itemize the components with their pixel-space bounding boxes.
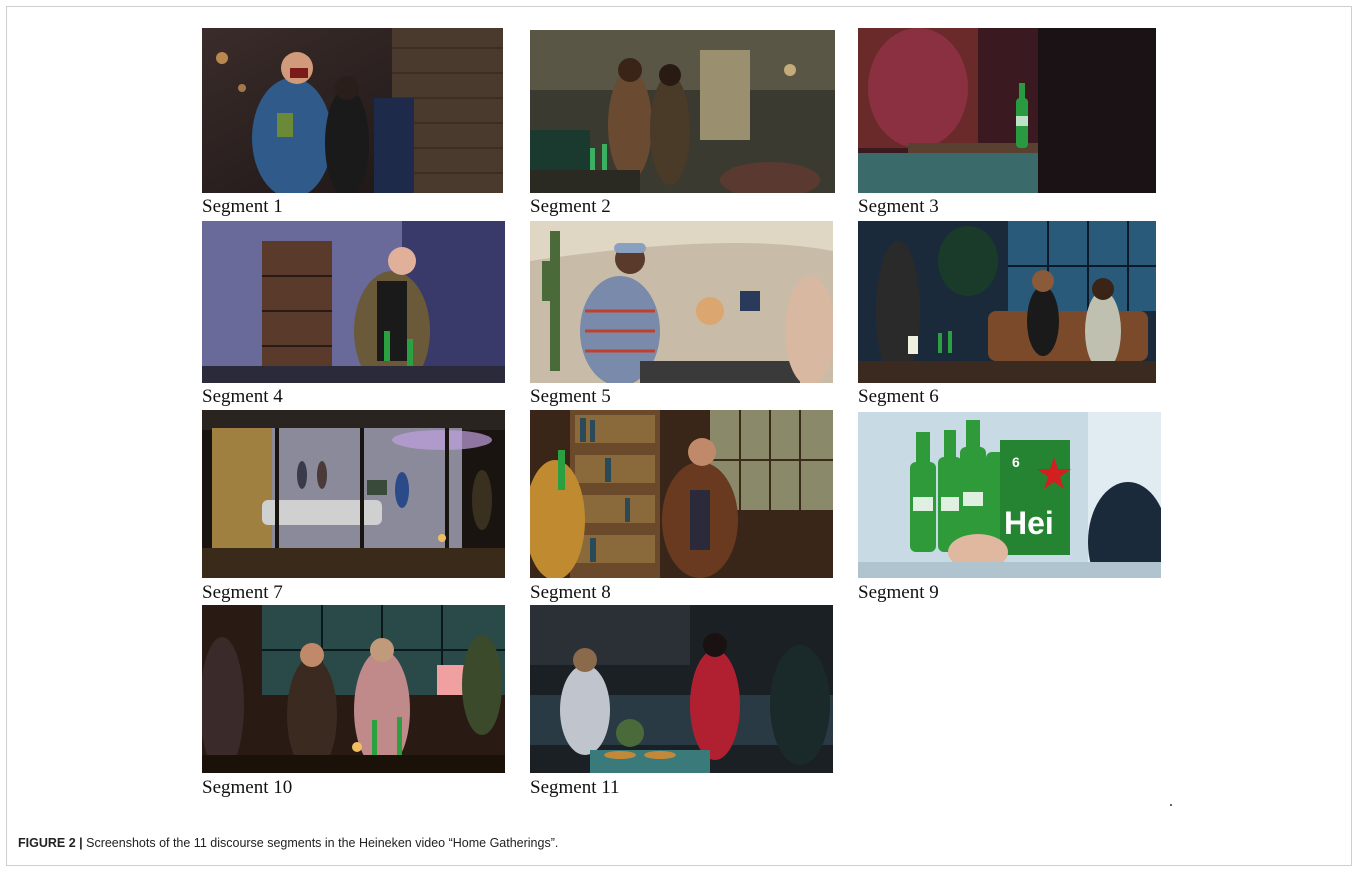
segment-3-image — [858, 28, 1156, 193]
segment-7-image — [202, 410, 505, 578]
segment-9-image: 6 Hei — [858, 412, 1161, 578]
segment-8-image — [530, 410, 833, 578]
segment-6-image — [858, 221, 1156, 383]
segment-4-label: Segment 4 — [202, 386, 283, 407]
segment-5-label: Segment 5 — [530, 386, 611, 407]
segment-1-image — [202, 28, 503, 193]
packaging-text: Hei — [1004, 505, 1054, 541]
segment-8-label: Segment 8 — [530, 582, 611, 603]
pack-count-text: 6 — [1012, 454, 1020, 470]
segment-4-image — [202, 221, 505, 383]
caption-text: Screenshots of the 11 discourse segments… — [86, 836, 559, 850]
segment-2-image — [530, 30, 835, 193]
segment-3-label: Segment 3 — [858, 196, 939, 217]
caption-lead: FIGURE 2 | — [18, 836, 83, 850]
stray-mark — [1170, 804, 1172, 806]
segment-7-label: Segment 7 — [202, 582, 283, 603]
segment-9-label: Segment 9 — [858, 582, 939, 603]
segment-11-image — [530, 605, 833, 773]
figure-caption: FIGURE 2 | Screenshots of the 11 discour… — [18, 836, 558, 850]
segment-10-label: Segment 10 — [202, 777, 293, 798]
segment-5-image — [530, 221, 833, 383]
segment-6-label: Segment 6 — [858, 386, 939, 407]
segment-11-label: Segment 11 — [530, 777, 620, 798]
segment-2-label: Segment 2 — [530, 196, 611, 217]
segment-10-image — [202, 605, 505, 773]
segment-1-label: Segment 1 — [202, 196, 283, 217]
